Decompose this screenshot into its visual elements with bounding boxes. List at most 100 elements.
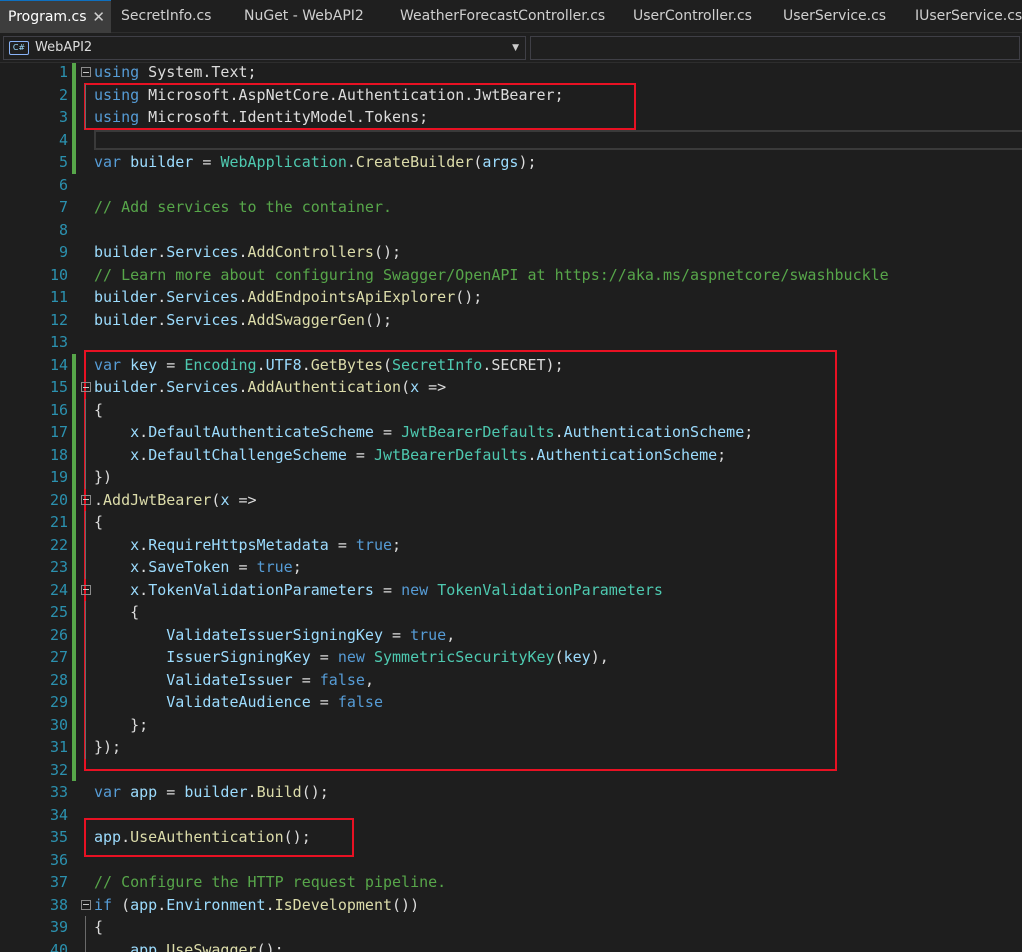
- tab-iuserservice-cs[interactable]: IUserService.cs: [903, 0, 1022, 33]
- code-token: AuthenticationScheme: [536, 445, 718, 464]
- code-line[interactable]: 11 builder.Services.AddEndpointsApiExplor…: [0, 286, 1022, 309]
- line-number: 27: [49, 648, 68, 666]
- code-line[interactable]: 22 x.RequireHttpsMetadata = true;: [0, 533, 1022, 556]
- code-line[interactable]: 28 ValidateIssuer = false,: [0, 668, 1022, 691]
- code-token: {: [94, 603, 140, 621]
- code-token: .: [247, 783, 257, 801]
- code-token: (: [554, 648, 564, 666]
- code-line[interactable]: 10 // Learn more about configuring Swagge…: [0, 264, 1022, 287]
- collapse-region-icon[interactable]: [81, 494, 91, 505]
- code-line[interactable]: 13: [0, 331, 1022, 354]
- code-line[interactable]: 1 using System.Text;: [0, 63, 1022, 84]
- code-line[interactable]: 18 x.DefaultChallengeScheme = JwtBearerD…: [0, 443, 1022, 466]
- code-line[interactable]: 29 ValidateAudience = false: [0, 691, 1022, 714]
- code-text: // Add services to the container.: [94, 196, 392, 219]
- code-line[interactable]: 5 var builder = WebApplication.CreateBuil…: [0, 151, 1022, 174]
- code-line[interactable]: 24 x.TokenValidationParameters = new Tok…: [0, 579, 1022, 602]
- code-text: {: [94, 511, 103, 534]
- project-dropdown[interactable]: C# WebAPI2 ▼: [3, 36, 526, 60]
- code-text: ValidateAudience = false: [94, 691, 383, 714]
- code-token: TokenValidationParameters: [148, 580, 374, 599]
- code-token: CreateBuilder: [355, 153, 474, 171]
- line-number: 24: [49, 580, 68, 599]
- code-line[interactable]: 7 // Add services to the container.: [0, 196, 1022, 219]
- code-token: WebApplication: [220, 153, 347, 171]
- tab-userservice-cs[interactable]: UserService.cs: [772, 0, 903, 33]
- code-token: app: [94, 828, 122, 846]
- code-token: // Add services to the container.: [94, 198, 393, 216]
- code-token: UseSwagger: [166, 940, 257, 952]
- code-line[interactable]: 23 x.SaveToken = true;: [0, 556, 1022, 579]
- code-token: builder: [94, 243, 158, 261]
- code-token: x: [130, 580, 140, 599]
- code-token: ();: [301, 783, 329, 801]
- member-dropdown[interactable]: [530, 36, 1020, 60]
- code-line[interactable]: 9 builder.Services.AddControllers();: [0, 241, 1022, 264]
- code-line[interactable]: 31});: [0, 736, 1022, 759]
- code-line[interactable]: 3 using Microsoft.IdentityModel.Tokens;: [0, 106, 1022, 129]
- code-line[interactable]: 12 builder.Services.AddSwaggerGen();: [0, 309, 1022, 332]
- code-line[interactable]: 36: [0, 849, 1022, 872]
- code-token: AuthenticationScheme: [563, 423, 745, 441]
- code-line[interactable]: 21 {: [0, 511, 1022, 534]
- code-text: ValidateIssuerSigningKey = true,: [94, 624, 455, 647]
- code-token: =: [157, 783, 185, 801]
- code-line[interactable]: 6: [0, 174, 1022, 197]
- tab-weatherforecastcontroller-cs[interactable]: WeatherForecastController.cs: [388, 0, 621, 33]
- outline-guide: [85, 668, 86, 691]
- collapse-region-icon[interactable]: [81, 899, 91, 910]
- code-token: new: [337, 648, 365, 666]
- code-line[interactable]: 4: [0, 129, 1022, 152]
- code-token: .: [139, 423, 149, 441]
- code-token: );: [518, 153, 537, 171]
- code-line[interactable]: 35 app.UseAuthentication();: [0, 826, 1022, 849]
- code-line[interactable]: 33 var app = builder.Build();: [0, 781, 1022, 804]
- code-line[interactable]: 2 using Microsoft.AspNetCore.Authenticati…: [0, 83, 1022, 106]
- code-token: };: [94, 715, 149, 734]
- code-line[interactable]: 25 {: [0, 601, 1022, 624]
- line-number: 34: [49, 805, 68, 824]
- code-line[interactable]: 16 {: [0, 398, 1022, 421]
- line-number: 6: [58, 175, 68, 194]
- code-token: .: [157, 288, 167, 306]
- code-token: .: [238, 243, 248, 261]
- code-token: Microsoft.IdentityModel.Tokens;: [139, 108, 429, 126]
- code-line[interactable]: 30 };: [0, 713, 1022, 736]
- code-text: x.TokenValidationParameters = new TokenV…: [94, 579, 663, 602]
- code-line[interactable]: 14 var key = Encoding.UTF8.GetBytes(Secre…: [0, 354, 1022, 377]
- code-token: .: [157, 243, 167, 261]
- code-line[interactable]: 17 x.DefaultAuthenticateScheme = JwtBear…: [0, 421, 1022, 444]
- collapse-region-icon[interactable]: [81, 382, 91, 392]
- code-line[interactable]: 8: [0, 219, 1022, 242]
- code-line[interactable]: 27 IssuerSigningKey = new SymmetricSecur…: [0, 646, 1022, 669]
- code-text: builder.Services.AddEndpointsApiExplorer…: [94, 286, 482, 309]
- tab-nuget-webapi2[interactable]: NuGet - WebAPI2: [232, 0, 388, 33]
- tab-secretinfo-cs[interactable]: SecretInfo.cs: [111, 0, 232, 33]
- code-token: .: [256, 355, 266, 374]
- code-line[interactable]: 34: [0, 804, 1022, 827]
- code-line[interactable]: 40 app.UseSwagger();: [0, 938, 1022, 952]
- code-line[interactable]: 26 ValidateIssuerSigningKey = true,: [0, 623, 1022, 647]
- code-line[interactable]: 32: [0, 759, 1022, 782]
- code-line[interactable]: 37 // Configure the HTTP request pipeline…: [0, 871, 1022, 894]
- code-token: ();: [283, 828, 311, 846]
- collapse-region-icon[interactable]: [81, 584, 91, 595]
- code-line[interactable]: 19}): [0, 466, 1022, 489]
- code-token: x: [130, 423, 140, 441]
- code-token: UseAuthentication: [130, 828, 284, 846]
- code-line[interactable]: 15 builder.Services.AddAuthentication(x =…: [0, 376, 1022, 399]
- tab-usercontroller-cs[interactable]: UserController.cs: [621, 0, 772, 33]
- close-tab-icon[interactable]: ✕: [92, 1, 105, 34]
- collapse-region-icon[interactable]: [81, 67, 91, 77]
- tab-program-cs[interactable]: Program.cs ✕: [0, 0, 111, 33]
- code-editor[interactable]: 1 using System.Text; 2 using Microsoft.AspN…: [0, 63, 1022, 952]
- code-token: args: [482, 153, 519, 171]
- code-line[interactable]: 39 {: [0, 916, 1022, 939]
- code-line[interactable]: 38 if (app.Environment.IsDevelopment()): [0, 894, 1022, 917]
- code-token: .: [157, 895, 167, 914]
- code-line[interactable]: 20 .AddJwtBearer(x =>: [0, 489, 1022, 512]
- code-text: {: [94, 916, 103, 939]
